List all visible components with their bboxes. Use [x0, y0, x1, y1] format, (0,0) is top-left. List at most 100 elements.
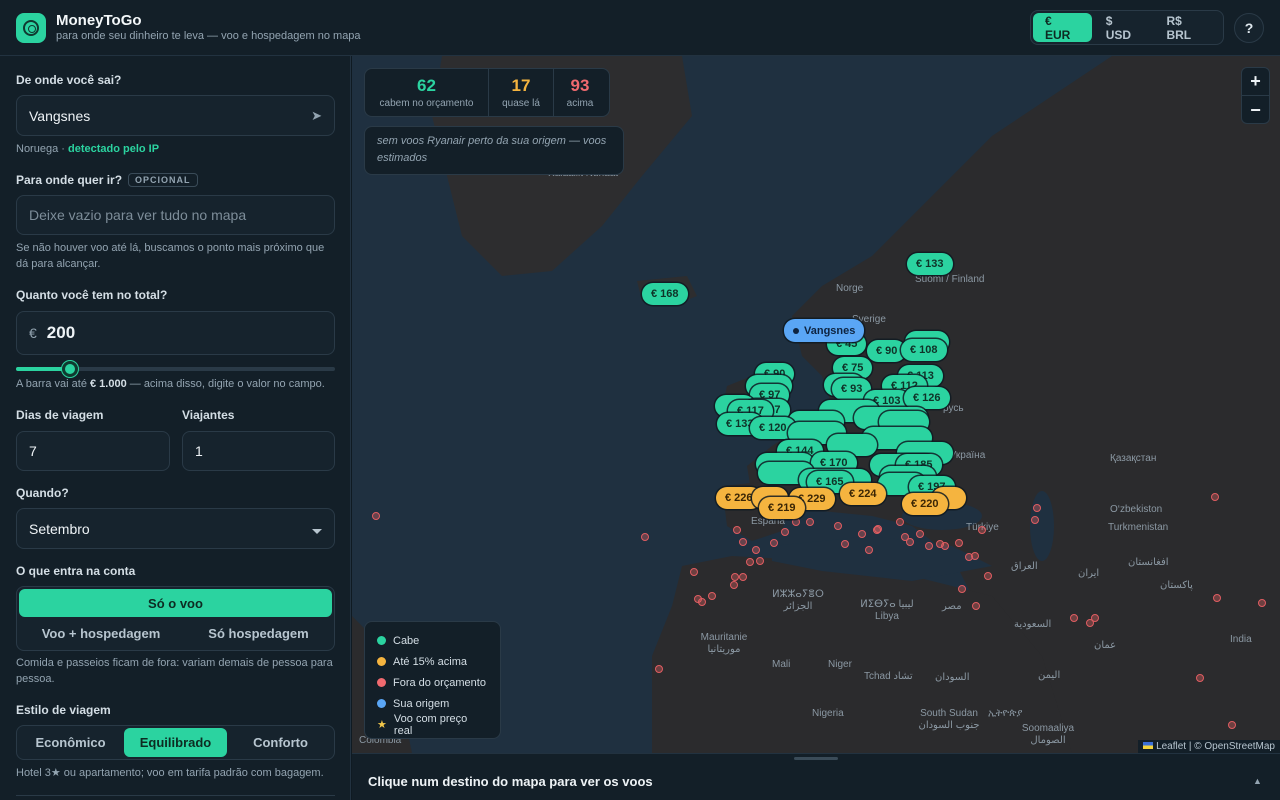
leaflet-link[interactable]: Leaflet: [1156, 741, 1186, 752]
destination-dot-over[interactable]: [731, 573, 739, 581]
destination-dot-over[interactable]: [641, 533, 649, 541]
destination-dot-over[interactable]: [958, 585, 966, 593]
chevron-up-icon[interactable]: ▲: [1253, 776, 1262, 786]
destination-dot-over[interactable]: [873, 526, 881, 534]
price-pin-fit[interactable]: € 133: [907, 253, 953, 275]
destination-dot-over[interactable]: [733, 526, 741, 534]
destination-hint: Se não houver voo até lá, buscamos o pon…: [16, 242, 325, 270]
section-divider: [16, 795, 335, 796]
map-label: Tchad تشاد: [864, 671, 913, 682]
sheet-handle[interactable]: [794, 757, 838, 760]
map-attribution: Leaflet | © OpenStreetMap: [1138, 740, 1280, 753]
destination-dot-over[interactable]: [655, 665, 663, 673]
origin-input[interactable]: Vangsnes ➤: [16, 95, 335, 136]
destination-dot-over[interactable]: [372, 512, 380, 520]
map-label: اليمن: [1038, 670, 1061, 681]
destination-dot-over[interactable]: [834, 522, 842, 530]
legend-fit-dot-icon: [377, 636, 386, 645]
destination-dot-over[interactable]: [1091, 614, 1099, 622]
includes-flight-hotel-button[interactable]: Voo + hospedagem: [19, 619, 183, 648]
zoom-out-button[interactable]: −: [1242, 96, 1269, 124]
detected-ip-link: detectado pelo IP: [67, 143, 160, 155]
travelers-input[interactable]: 1: [182, 431, 335, 471]
style-comfort-button[interactable]: Conforto: [229, 728, 332, 757]
help-button[interactable]: ?: [1234, 13, 1264, 43]
destination-dot-over[interactable]: [1033, 504, 1041, 512]
destination-dot-over[interactable]: [1211, 493, 1219, 501]
destination-dot-over[interactable]: [941, 542, 949, 550]
month-value: Setembro: [29, 520, 90, 537]
map-label: ኢትዮጵያ: [988, 708, 1023, 719]
sidebar: De onde você sai? Vangsnes ➤ Noruega · d…: [0, 56, 351, 800]
map-label: عمان: [1094, 640, 1117, 651]
destination-dot-over[interactable]: [865, 546, 873, 554]
destination-dot-over[interactable]: [925, 542, 933, 550]
travelers-label: Viajantes: [182, 408, 235, 422]
zoom-in-button[interactable]: +: [1242, 68, 1269, 96]
destination-dot-over[interactable]: [690, 568, 698, 576]
destination-dot-over[interactable]: [770, 539, 778, 547]
destination-dot-over[interactable]: [972, 602, 980, 610]
map-label: Niger: [828, 659, 852, 670]
destination-dot-over[interactable]: [746, 558, 754, 566]
destination-dot-over[interactable]: [1258, 599, 1266, 607]
budget-input[interactable]: € 200: [16, 311, 335, 355]
locate-arrow-icon[interactable]: ➤: [311, 108, 322, 124]
destination-dot-over[interactable]: [984, 572, 992, 580]
destination-dot-over[interactable]: [896, 518, 904, 526]
price-pin-fit[interactable]: € 108: [901, 339, 947, 361]
top-bar: MoneyToGo para onde seu dinheiro te leva…: [0, 0, 1280, 56]
includes-hotel-only-button[interactable]: Só hospedagem: [183, 619, 334, 648]
destination-dot-over[interactable]: [978, 526, 986, 534]
app-logo-icon: [16, 13, 46, 43]
destination-input[interactable]: Deixe vazio para ver tudo no mapa: [16, 195, 335, 235]
origin-detected: Noruega · detectado pelo IP: [16, 143, 160, 155]
price-pin-fit[interactable]: € 126: [904, 387, 950, 409]
map-view[interactable]: Kalaallit Nunaat Norge Sverige Suomi / F…: [352, 56, 1280, 753]
destination-dot-over[interactable]: [1228, 721, 1236, 729]
style-balanced-button[interactable]: Equilibrado: [124, 728, 227, 757]
origin-pin[interactable]: Vangsnes: [784, 319, 865, 342]
price-pin-near[interactable]: € 224: [840, 483, 886, 505]
budget-slider[interactable]: [16, 361, 335, 377]
destination-dot-over[interactable]: [1031, 516, 1039, 524]
price-pin-near[interactable]: € 219: [759, 497, 805, 519]
destination-dot-over[interactable]: [792, 518, 800, 526]
destination-dot-over[interactable]: [781, 528, 789, 536]
days-input[interactable]: 7: [16, 431, 170, 471]
includes-label: O que entra na conta: [16, 564, 136, 578]
map-label: Mauritanie موريتانيا: [700, 632, 748, 655]
budget-slider-thumb[interactable]: [62, 361, 79, 377]
destination-dot-over[interactable]: [1213, 594, 1221, 602]
currency-brl-button[interactable]: R$ BRL: [1154, 13, 1221, 42]
stat-near: 17 quase lá: [489, 69, 554, 116]
currency-eur-button[interactable]: € EUR: [1033, 13, 1092, 42]
includes-flight-only-button[interactable]: Só o voo: [19, 589, 332, 617]
destination-dot-over[interactable]: [730, 581, 738, 589]
sheet-title: Clique num destino do mapa para ver os v…: [368, 774, 653, 789]
destination-dot-over[interactable]: [708, 592, 716, 600]
destination-dot-over[interactable]: [971, 552, 979, 560]
destination-dot-over[interactable]: [752, 546, 760, 554]
price-pin-near[interactable]: € 220: [902, 493, 948, 515]
destination-dot-over[interactable]: [841, 540, 849, 548]
destination-dot-over[interactable]: [806, 518, 814, 526]
price-pin-fit[interactable]: € 168: [642, 283, 688, 305]
destination-sheet[interactable]: Clique num destino do mapa para ver os v…: [352, 753, 1280, 800]
currency-usd-button[interactable]: $ USD: [1094, 13, 1153, 42]
destination-dot-over[interactable]: [906, 538, 914, 546]
map-label: ایران: [1078, 568, 1100, 579]
budget-hint: A barra vai até € 1.000 — acima disso, d…: [16, 378, 325, 390]
destination-dot-over[interactable]: [955, 539, 963, 547]
destination-dot-over[interactable]: [698, 598, 706, 606]
destination-dot-over[interactable]: [916, 530, 924, 538]
style-economic-button[interactable]: Econômico: [19, 728, 122, 757]
legend-near-dot-icon: [377, 657, 386, 666]
destination-dot-over[interactable]: [756, 557, 764, 565]
destination-dot-over[interactable]: [858, 530, 866, 538]
destination-dot-over[interactable]: [739, 573, 747, 581]
destination-dot-over[interactable]: [1070, 614, 1078, 622]
destination-dot-over[interactable]: [739, 538, 747, 546]
destination-dot-over[interactable]: [1196, 674, 1204, 682]
month-select[interactable]: Setembro: [16, 508, 335, 549]
